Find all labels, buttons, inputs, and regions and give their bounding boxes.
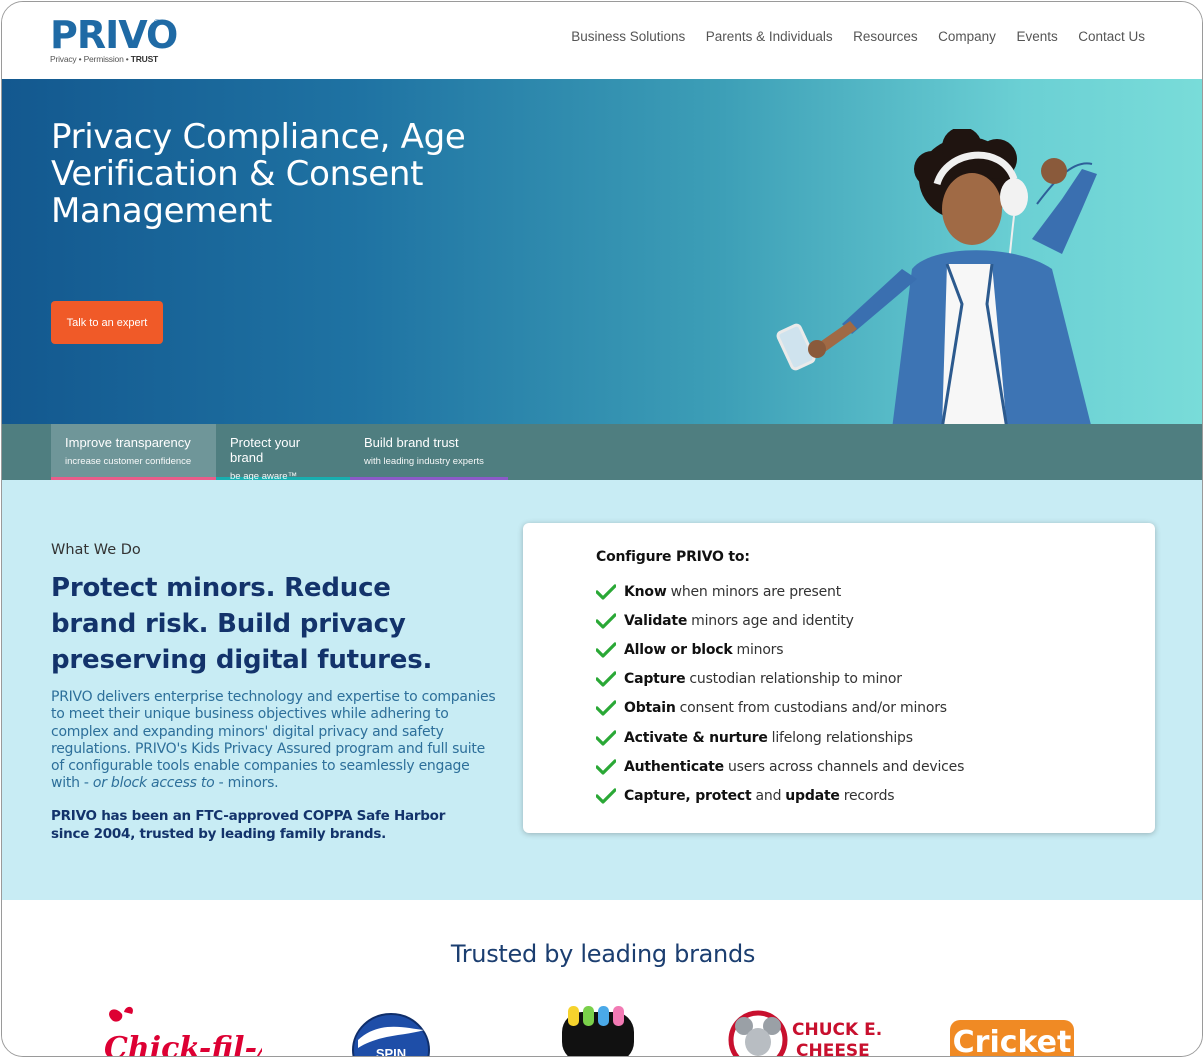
tab-subtitle: increase customer confidence [65,456,192,467]
nav-business-solutions[interactable]: Business Solutions [571,29,685,44]
item-bold-2: update [785,787,840,804]
nav-parents-individuals[interactable]: Parents & Individuals [706,29,833,44]
list-item: Authenticate users across channels and de… [596,752,964,781]
item-rest: users across channels and devices [727,758,965,775]
nav-company[interactable]: Company [938,29,996,44]
item-bold: Activate & nurture [624,729,768,746]
item-rest: consent from custodians and/or minors [679,700,947,717]
item-rest: when minors are present [670,583,842,600]
cricket-wordmark: Cricket [953,1025,1072,1057]
item-rest: custodian relationship to minor [689,671,902,688]
body-italic: or block access to [92,775,215,792]
body-end: - minors. [214,775,279,792]
toca-boca-logo [562,1006,634,1056]
check-icon [596,788,616,804]
cricket-logo: Cricket [950,1020,1074,1057]
nav-resources[interactable]: Resources [853,29,918,44]
item-bold: Know [624,583,667,600]
check-icon [596,613,616,629]
tab-build-trust[interactable]: Build brand trust with leading industry … [350,424,508,480]
tab-title: Protect your brand [230,435,301,465]
logo-registered-mark: ® [154,18,160,27]
nav-contact-us[interactable]: Contact Us [1078,29,1145,44]
item-bold: Obtain [624,700,676,717]
section-kicker: What We Do [51,542,141,558]
configure-title: Configure PRIVO to: [596,549,750,565]
browser-frame: PRIVO ® Privacy • Permission • TRUST Bus… [1,1,1203,1057]
chuck-wordmark-line2: CHEESE [796,1041,870,1057]
item-bold: Authenticate [624,758,724,775]
list-item: Know when minors are present [596,577,964,606]
tab-improve-transparency[interactable]: Improve transparency increase customer c… [51,424,216,480]
check-icon [596,729,616,746]
check-icon [596,642,616,658]
item-rest-2: records [843,787,895,804]
trusted-title: Trusted by leading brands [450,940,756,968]
logo-tagline-trust: TRUST [130,54,159,64]
chuck-e-cheese-logo: CHUCK E. CHEESE [728,1010,882,1057]
list-item: Obtain consent from custodians and/or min… [596,694,964,723]
tab-title: Improve transparency [65,435,191,450]
main-nav: Business Solutions Parents & Individuals… [551,29,1145,44]
item-rest: minors age and identity [691,612,854,629]
check-icon [596,700,616,716]
tab-protect-brand[interactable]: Protect your brand be age aware™ [216,424,350,482]
item-bold: Allow or block [624,641,733,658]
chick-fil-a-logo: Chick-fil-A [104,1006,262,1057]
list-item: Capture custodian relationship to minor [596,665,964,694]
logo-tagline-words: Privacy • Permission • [50,54,131,64]
hero-banner: Privacy Compliance, Age Verification & C… [2,79,1202,424]
configure-list: Know when minors are present Validate mino… [596,577,964,811]
spin-wordmark: SPIN [376,1046,406,1057]
privo-logo[interactable]: PRIVO ® Privacy • Permission • TRUST [50,16,178,64]
talk-to-expert-button[interactable]: Talk to an expert [51,301,163,344]
tab-title: Build brand trust [364,435,459,450]
check-icon [596,759,616,775]
item-bold: Validate [624,612,688,629]
hero-title: Privacy Compliance, Age Verification & C… [51,117,466,231]
check-icon [596,671,616,687]
chick-fil-a-wordmark: Chick-fil-A [104,1031,262,1057]
section-headline: Protect minors. Reduce brand risk. Build… [51,573,433,675]
safe-harbor-note: PRIVO has been an FTC-approved COPPA Saf… [51,808,446,842]
hero-child-image [776,129,1097,424]
list-item: Allow or block minors [596,635,964,664]
feature-tabs: Improve transparency increase customer c… [2,424,1202,482]
what-we-do-section: What We Do Protect minors. Reduce brand … [2,480,1202,900]
check-icon [596,583,616,600]
tab-subtitle: with leading industry experts [364,456,484,467]
configure-card: Configure PRIVO to: Know when minors are … [523,523,1155,833]
list-item: Capture, protect and update records [596,781,964,810]
site-header: PRIVO ® Privacy • Permission • TRUST Bus… [2,2,1202,79]
list-item: Validate minors age and identity [596,606,964,635]
item-bold: Capture [624,671,686,688]
item-bold: Capture, protect [624,787,752,804]
list-item: Activate & nurture lifelong relationships [596,723,964,752]
chuck-wordmark-line1: CHUCK E. [792,1020,882,1040]
item-rest: lifelong relationships [771,729,913,746]
item-rest: minors [736,641,784,658]
nav-events[interactable]: Events [1016,29,1057,44]
section-body: PRIVO delivers enterprise technology and… [51,689,499,793]
item-rest: and [755,787,782,804]
spin-master-logo: SPIN [352,1013,430,1057]
trusted-brands-section: Trusted by leading brands Chick-fil-A SP… [2,900,1202,1057]
